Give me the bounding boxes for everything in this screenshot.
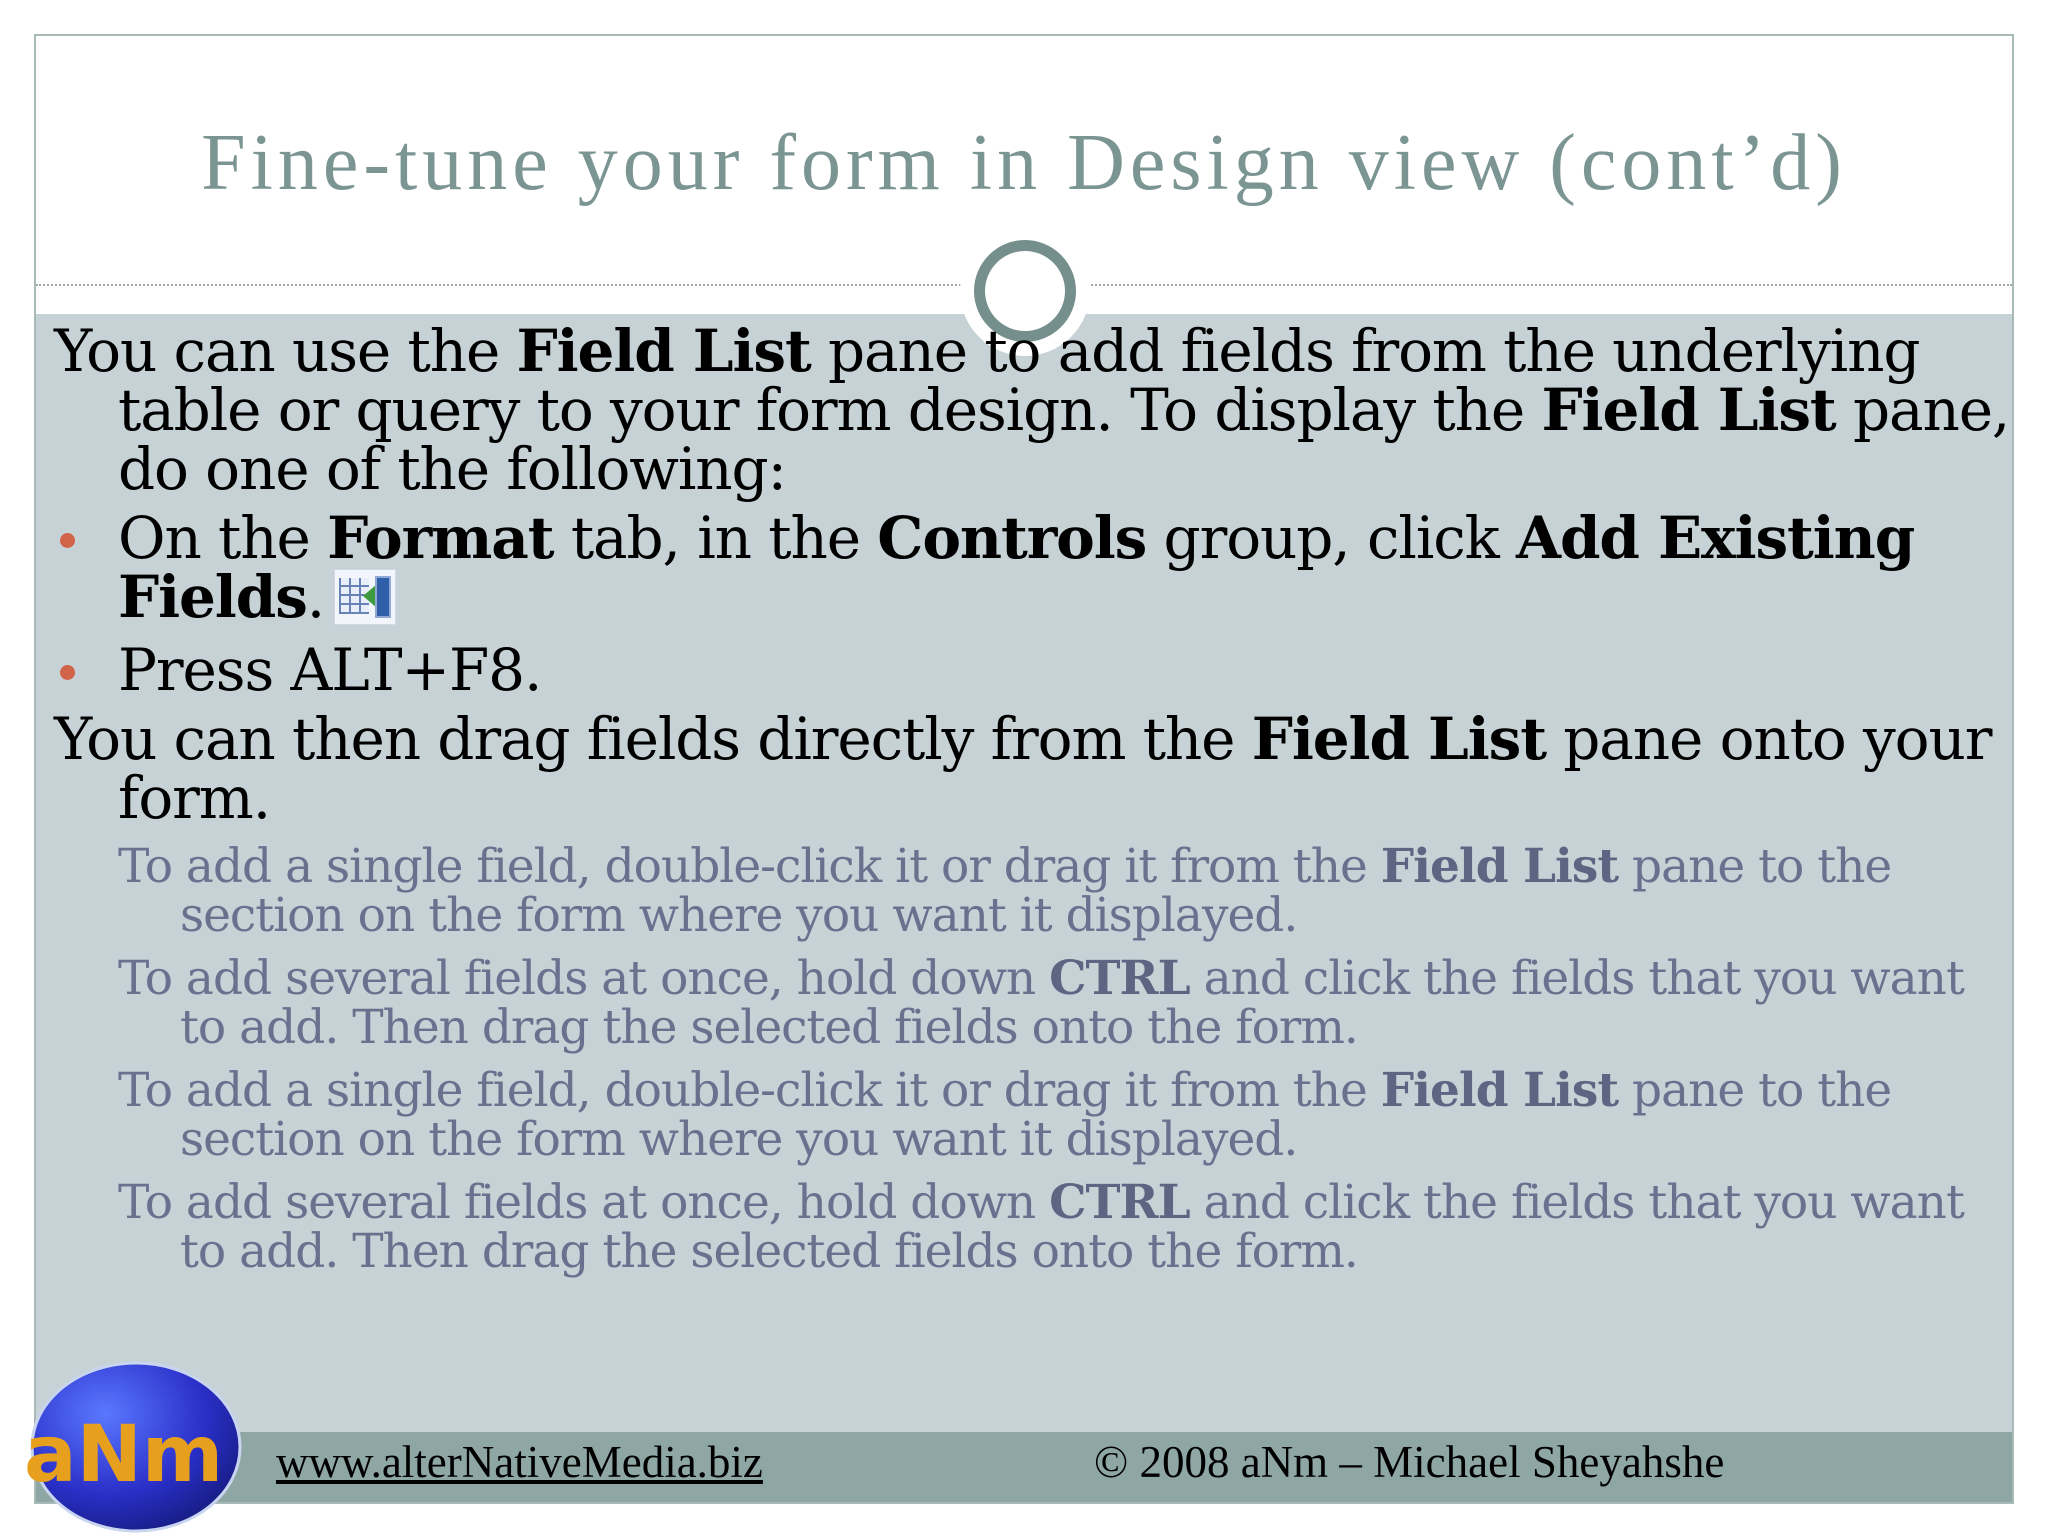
footer-website-link[interactable]: www.alterNativeMedia.biz xyxy=(276,1432,763,1492)
bullet-item-shortcut: Press ALT+F8. xyxy=(54,641,2014,700)
text-run: To add a single field, double-click it o… xyxy=(118,1063,1381,1118)
bold-text: Controls xyxy=(877,504,1147,572)
bold-text: Field List xyxy=(1541,376,1836,444)
text-run: To add several fields at once, hold down xyxy=(118,951,1050,1006)
text-run: On the xyxy=(118,504,328,572)
bold-text: Field List xyxy=(1380,839,1619,894)
sub-item-several-fields: To add several fields at once, hold down… xyxy=(118,1178,2014,1276)
bold-text: CTRL xyxy=(1049,951,1190,1006)
logo-text: aNm xyxy=(24,1410,223,1500)
text-run: group, click xyxy=(1146,504,1517,572)
bullet-icon xyxy=(60,533,75,548)
paragraph-drag-fields: You can then drag fields directly from t… xyxy=(54,710,2014,828)
slide-title: Fine-tune your form in Design view (cont… xyxy=(201,119,1847,207)
sub-item-single-field: To add a single field, double-click it o… xyxy=(118,1066,2014,1164)
bold-text: Field List xyxy=(1380,1063,1619,1118)
bold-text: Field List xyxy=(516,317,812,385)
bullet-item-format-tab: On the Format tab, in the Controls group… xyxy=(54,509,2014,627)
footer-copyright: © 2008 aNm – Michael Sheyahshe xyxy=(1094,1437,1725,1487)
slide-body: You can use the Field List pane to add f… xyxy=(54,322,2014,1290)
anm-logo: aNm xyxy=(24,1361,242,1533)
sub-item-single-field: To add a single field, double-click it o… xyxy=(118,842,2014,940)
bold-text: CTRL xyxy=(1049,1175,1190,1230)
text-run: To add several fields at once, hold down xyxy=(118,1175,1050,1230)
bold-text: Field List xyxy=(1251,705,1547,773)
text-run: Press ALT+F8. xyxy=(118,636,542,704)
text-run: To add a single field, double-click it o… xyxy=(118,839,1381,894)
sub-item-several-fields: To add several fields at once, hold down… xyxy=(118,954,2014,1052)
bullet-icon xyxy=(60,665,75,680)
paragraph-field-list-intro: You can use the Field List pane to add f… xyxy=(54,322,2014,499)
text-run: You can then drag fields directly from t… xyxy=(54,705,1252,773)
text-run: You can use the xyxy=(54,317,517,385)
add-existing-fields-icon xyxy=(334,569,397,625)
text-run: tab, in the xyxy=(553,504,878,572)
bold-text: Format xyxy=(327,504,555,572)
text-run: . xyxy=(306,563,325,631)
